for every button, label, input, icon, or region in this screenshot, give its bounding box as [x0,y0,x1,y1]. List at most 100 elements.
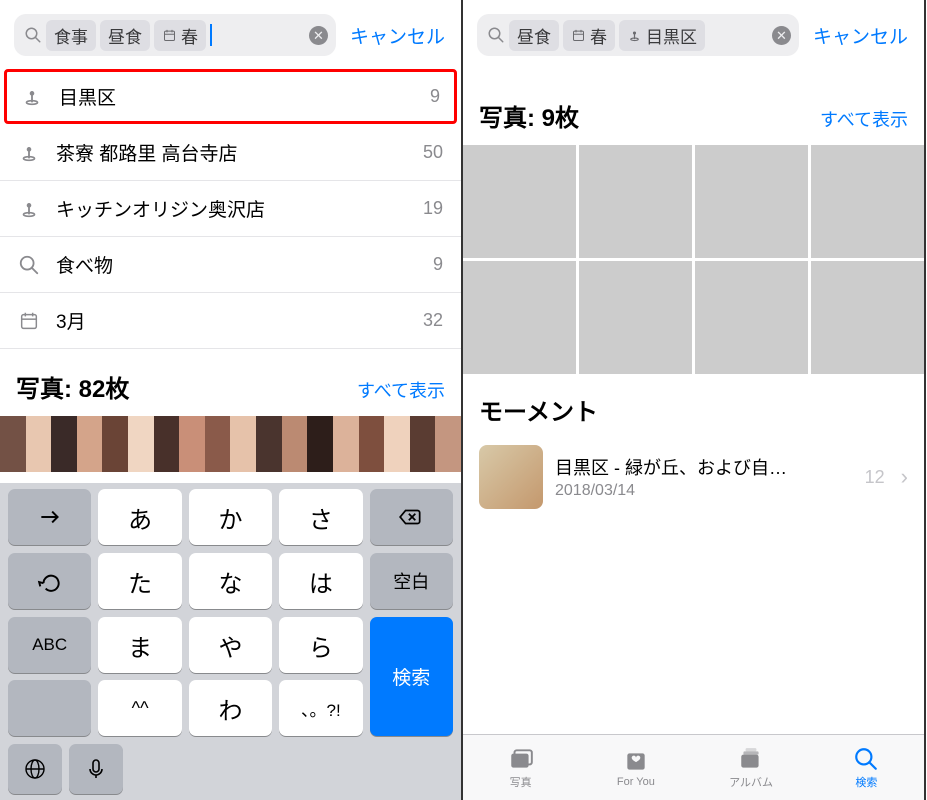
tab-label: For You [617,776,655,788]
suggestion-row[interactable]: 食べ物 9 [0,237,461,293]
kb-undo-key[interactable] [8,553,91,609]
search-token[interactable]: 目黒区 [619,20,705,51]
suggestion-row[interactable]: キッチンオリジン奥沢店 19 [0,181,461,237]
suggestion-count: 19 [423,198,443,219]
clear-search-button[interactable]: ✕ [309,26,328,45]
tab-label: アルバム [729,774,773,790]
tab-label: 写真 [510,774,532,790]
suggestion-label: キッチンオリジン奥沢店 [56,195,407,222]
chevron-right-icon: › [901,464,908,490]
suggestion-row[interactable]: 目黒区 9 [4,69,457,124]
photo-thumbnail[interactable] [579,145,692,258]
pin-icon [18,142,40,164]
moment-title: 目黒区 - 緑が丘、および自… [555,454,853,480]
screen-search-suggestions: 食事 昼食 春 ✕ キャンセル 目黒区 9 茶寮 都路里 高台寺店 50 キッチ… [0,0,463,800]
photos-title: 写真: 9枚 [479,98,579,133]
search-icon [24,26,42,44]
search-token[interactable]: 昼食 [509,20,559,51]
kb-space-key[interactable]: 空白 [370,553,453,609]
moment-row[interactable]: 目黒区 - 緑が丘、および自… 2018/03/14 12 › [463,437,924,517]
photo-thumbnail[interactable] [463,145,576,258]
for-you-icon [621,748,651,774]
photos-title: 写真: 82枚 [16,369,129,404]
globe-icon [23,757,47,781]
search-token[interactable]: 昼食 [100,20,150,51]
suggestion-count: 9 [430,86,440,107]
keyboard: あ か さ た な は 空白 ABC ま や ら 検索 ^^ わ 、。?! [0,483,461,800]
kb-mic-key[interactable] [69,744,123,794]
moment-thumbnail [479,445,543,509]
photo-thumbnail[interactable] [695,261,808,374]
kb-key[interactable]: わ [189,680,272,736]
kb-key[interactable]: は [279,553,362,609]
kb-backspace-key[interactable] [370,489,453,545]
search-token[interactable]: 春 [563,20,615,51]
photo-grid [463,145,924,374]
kb-key[interactable]: ^^ [98,680,181,736]
cancel-button[interactable]: キャンセル [807,22,914,49]
photo-thumbnails[interactable] [0,416,461,472]
albums-icon [736,746,766,772]
photo-thumbnail[interactable] [579,261,692,374]
kb-key[interactable]: さ [279,489,362,545]
calendar-icon [571,28,586,43]
photos-section: 写真: 9枚 すべて表示 [463,68,924,374]
mic-icon [84,757,108,781]
backspace-icon [398,504,424,530]
suggestion-count: 50 [423,142,443,163]
photos-icon [506,746,536,772]
photo-thumbnail[interactable] [463,261,576,374]
photos-section: 写真: 82枚 すべて表示 [0,349,461,472]
suggestion-count: 9 [433,254,443,275]
search-input[interactable]: 昼食 春 目黒区 ✕ [477,14,799,56]
kb-key[interactable]: ま [98,617,181,673]
kb-key[interactable]: ら [279,617,362,673]
search-header: 昼食 春 目黒区 ✕ キャンセル [463,0,924,68]
tab-albums[interactable]: アルバム [694,735,809,800]
suggestion-count: 32 [423,310,443,331]
search-icon [18,254,40,276]
kb-search-key[interactable]: 検索 [370,617,453,736]
calendar-icon [162,28,177,43]
kb-key[interactable]: な [189,553,272,609]
search-input[interactable]: 食事 昼食 春 ✕ [14,14,336,56]
kb-key[interactable]: や [189,617,272,673]
photo-thumbnail[interactable] [811,261,924,374]
screen-search-results: 昼食 春 目黒区 ✕ キャンセル 写真: 9枚 すべて表示 モーメント [463,0,926,800]
suggestion-row[interactable]: 3月 32 [0,293,461,349]
show-all-button[interactable]: すべて表示 [820,106,908,132]
kb-key[interactable]: か [189,489,272,545]
tab-label: 検索 [855,774,877,790]
kb-abc-key[interactable]: ABC [8,617,91,673]
kb-key[interactable] [8,680,91,736]
calendar-icon [18,310,40,332]
kb-key[interactable]: あ [98,489,181,545]
kb-key[interactable]: 、。?! [279,680,362,736]
search-icon [487,26,505,44]
clear-search-button[interactable]: ✕ [772,26,791,45]
moments-section: モーメント 目黒区 - 緑が丘、および自… 2018/03/14 12 › [463,374,924,517]
tab-search[interactable]: 検索 [809,735,924,800]
text-cursor [210,24,212,46]
moment-count: 12 [865,467,885,488]
suggestions-list: 目黒区 9 茶寮 都路里 高台寺店 50 キッチンオリジン奥沢店 19 食べ物 … [0,68,461,349]
pin-icon [627,28,642,43]
kb-key[interactable]: た [98,553,181,609]
kb-globe-key[interactable] [8,744,62,794]
photo-thumbnail[interactable] [811,145,924,258]
photo-thumbnail[interactable] [695,145,808,258]
suggestion-row[interactable]: 茶寮 都路里 高台寺店 50 [0,125,461,181]
pin-icon [21,86,43,108]
tab-photos[interactable]: 写真 [463,735,578,800]
search-token[interactable]: 食事 [46,20,96,51]
search-token[interactable]: 春 [154,20,206,51]
cancel-button[interactable]: キャンセル [344,22,451,49]
suggestion-label: 茶寮 都路里 高台寺店 [56,139,407,166]
tab-for-you[interactable]: For You [578,735,693,800]
show-all-button[interactable]: すべて表示 [357,377,445,403]
suggestion-label: 食べ物 [56,251,417,278]
kb-arrow-key[interactable] [8,489,91,545]
search-icon [851,746,881,772]
search-header: 食事 昼食 春 ✕ キャンセル [0,0,461,68]
tab-bar: 写真 For You アルバム 検索 [463,734,924,800]
